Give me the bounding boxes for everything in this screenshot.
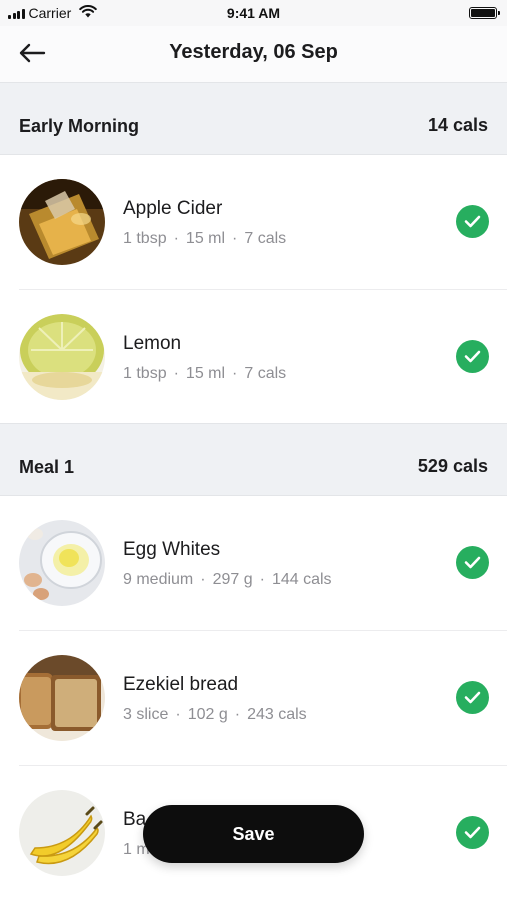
section-header-early-morning: Early Morning 14 cals — [0, 82, 507, 155]
section-name: Meal 1 — [19, 457, 75, 477]
check-icon[interactable] — [456, 816, 489, 849]
food-row-ezekiel-bread[interactable]: Ezekiel bread 3 slice · 102 g · 243 cals — [0, 631, 507, 766]
separator-dot: · — [173, 365, 179, 382]
food-cals: 7 cals — [244, 230, 287, 247]
food-image-lemon — [19, 314, 105, 400]
food-name: Egg Whites — [123, 539, 221, 560]
food-qty: 9 medium — [123, 571, 194, 588]
food-image-egg-whites — [19, 520, 105, 606]
check-icon[interactable] — [456, 340, 489, 373]
food-weight: 102 g — [187, 706, 228, 723]
food-meta: 1 tbsp · 15 ml · 7 cals — [123, 365, 286, 383]
food-meta: 3 slice · 102 g · 243 cals — [123, 706, 307, 724]
check-icon[interactable] — [456, 681, 489, 714]
nav-header: Yesterday, 06 Sep — [0, 26, 507, 82]
food-weight: 15 ml — [185, 365, 226, 382]
separator-dot: · — [175, 706, 181, 723]
food-qty: 1 tbsp — [123, 365, 167, 382]
food-cals: 7 cals — [244, 365, 287, 382]
page-title: Yesterday, 06 Sep — [169, 41, 338, 63]
separator-dot: · — [234, 706, 241, 723]
separator-dot: · — [259, 571, 265, 588]
section-header-meal-1: Meal 1 529 cals — [0, 423, 507, 496]
check-icon[interactable] — [456, 546, 489, 579]
separator-dot: · — [232, 365, 238, 382]
section-cals: 529 cals — [417, 456, 488, 476]
food-image-apple-cider — [19, 179, 105, 265]
food-name: Apple Cider — [123, 198, 223, 219]
section-cals: 14 cals — [427, 115, 488, 135]
food-image-ezekiel-bread — [19, 655, 105, 741]
separator-dot: · — [173, 230, 179, 247]
food-row-lemon[interactable]: Lemon 1 tbsp · 15 ml · 7 cals — [0, 290, 507, 425]
section-name: Early Morning — [19, 116, 140, 136]
food-cals: 144 cals — [271, 571, 332, 588]
status-time: 9:41 AM — [226, 5, 281, 21]
food-weight: 15 ml — [185, 230, 226, 247]
food-weight: 297 g — [212, 571, 253, 588]
food-meta: 1 tbsp · 15 ml · 7 cals — [123, 230, 286, 248]
food-meta: 9 medium · 297 g · 144 cals — [123, 571, 332, 589]
separator-dot: · — [232, 230, 238, 247]
food-name: Ezekiel bread — [123, 674, 239, 695]
status-bar: Carrier 9:41 AM — [0, 0, 507, 26]
food-image-banana — [19, 790, 105, 876]
food-cals: 243 cals — [247, 706, 307, 723]
food-qty: 1 tbsp — [123, 230, 167, 247]
food-qty: 3 slice — [123, 706, 169, 723]
food-row-apple-cider[interactable]: Apple Cider 1 tbsp · 15 ml · 7 cals — [0, 155, 507, 290]
check-icon[interactable] — [456, 205, 489, 238]
food-name: Lemon — [123, 333, 182, 354]
save-button[interactable]: Save — [143, 805, 364, 863]
food-row-egg-whites[interactable]: Egg Whites 9 medium · 297 g · 144 cals — [0, 496, 507, 631]
battery-icon — [469, 7, 500, 19]
separator-dot: · — [200, 571, 206, 588]
